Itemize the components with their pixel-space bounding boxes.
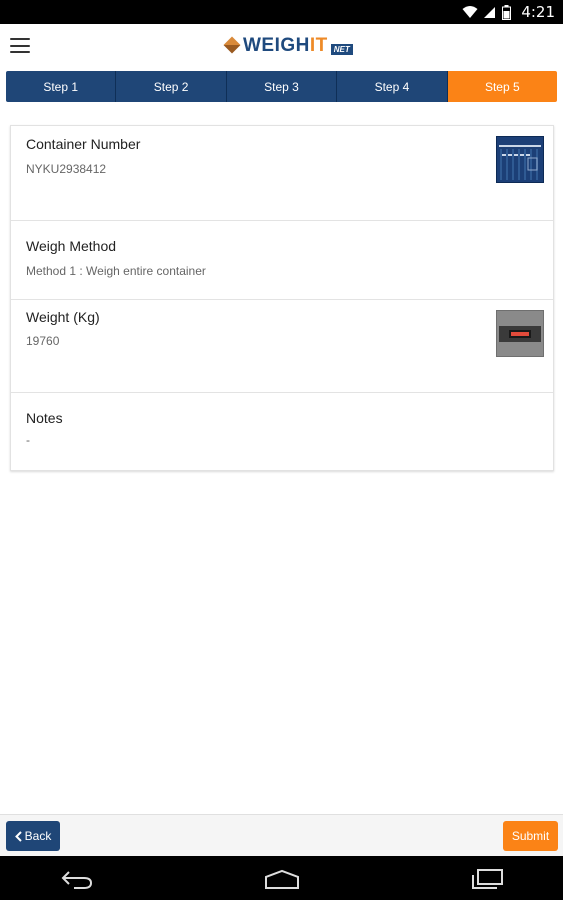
weight-value: 19760 [26, 334, 60, 348]
nav-recents-button[interactable] [467, 866, 507, 892]
tab-step-3[interactable]: Step 3 [226, 71, 338, 102]
tab-step-1[interactable]: Step 1 [6, 71, 117, 102]
signal-icon [484, 7, 496, 18]
notes-row: Notes - [11, 393, 553, 471]
wifi-icon [462, 6, 478, 18]
logo-net-badge: NET [330, 44, 353, 55]
system-nav-bar [0, 856, 563, 900]
container-photo-thumbnail[interactable] [496, 136, 544, 183]
container-number-label: Container Number [26, 136, 141, 152]
weight-label: Weight (Kg) [26, 309, 100, 325]
back-arrow-icon [61, 871, 93, 889]
step-tabs: Step 1 Step 2 Step 3 Step 4 Step 5 [6, 71, 557, 102]
nav-back-button[interactable] [57, 866, 97, 892]
container-number-value: NYKU2938412 [26, 162, 107, 176]
tab-step-5[interactable]: Step 5 [447, 71, 557, 102]
notes-label: Notes [26, 410, 63, 426]
tab-step-2[interactable]: Step 2 [116, 71, 227, 102]
weight-photo-image [497, 311, 543, 356]
logo-it: IT [309, 34, 328, 56]
submit-button[interactable]: Submit [503, 821, 558, 851]
weight-row: Weight (Kg) 19760 [11, 300, 553, 393]
status-bar: 4:21 [0, 0, 563, 24]
weigh-method-row: Weigh Method Method 1 : Weigh entire con… [11, 221, 553, 300]
menu-icon-line [10, 44, 30, 47]
container-number-row: Container Number NYKU2938412 [11, 126, 553, 221]
home-icon [265, 869, 299, 889]
menu-icon-line [10, 38, 30, 40]
logo-weigh: WEIGH [243, 34, 310, 56]
menu-icon-line [10, 51, 30, 53]
back-button[interactable]: Back [6, 821, 60, 851]
weight-photo-thumbnail[interactable] [496, 310, 544, 357]
status-time: 4:21 [521, 3, 555, 21]
chevron-left-icon [14, 830, 22, 842]
logo-diamond-icon [223, 36, 241, 54]
recents-icon [472, 869, 503, 889]
nav-home-button[interactable] [262, 866, 302, 892]
app-bar: WEIGHIT NET [0, 24, 563, 66]
battery-icon [502, 4, 512, 20]
tab-step-4[interactable]: Step 4 [337, 71, 448, 102]
app-logo: WEIGHIT NET [223, 33, 353, 57]
action-bar: Back Submit [0, 814, 563, 856]
menu-button[interactable] [10, 38, 30, 53]
summary-card: Container Number NYKU2938412 Weigh Metho… [10, 125, 554, 471]
notes-value: - [26, 433, 30, 447]
submit-button-label: Submit [511, 829, 550, 843]
weigh-method-label: Weigh Method [26, 238, 117, 254]
container-photo-image [497, 137, 543, 182]
logo-wordmark: WEIGHIT [243, 36, 328, 55]
back-button-label: Back [24, 829, 52, 843]
weigh-method-value: Method 1 : Weigh entire container [26, 264, 206, 278]
